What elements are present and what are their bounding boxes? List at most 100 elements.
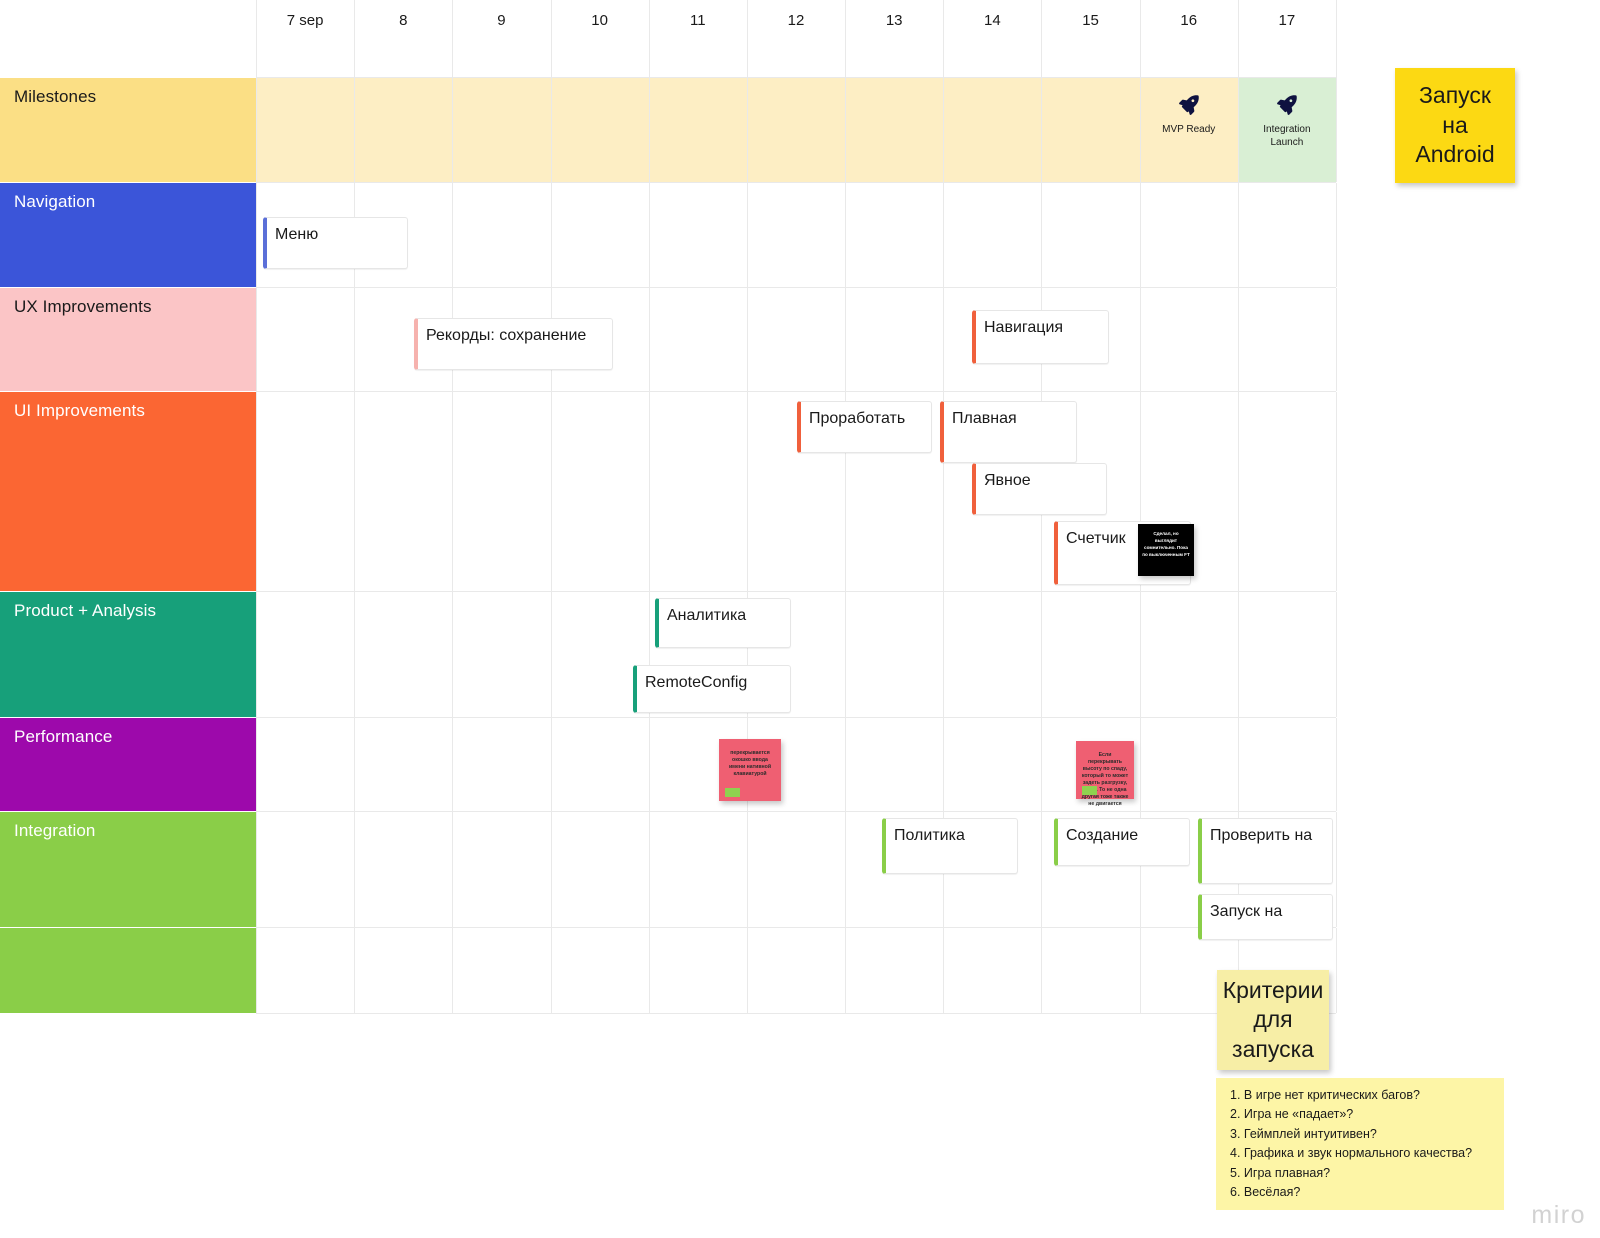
task-card-zapusk-na[interactable]: Запуск на <box>1198 894 1333 940</box>
swimlane-label-ux-improvements[interactable]: UX Improvements <box>0 288 256 391</box>
task-card-menu[interactable]: Меню <box>263 217 408 269</box>
grid-column-line <box>354 928 356 1013</box>
grid-column-line <box>1139 592 1141 717</box>
grid-column-line <box>550 78 552 182</box>
task-card-plavnaya[interactable]: Плавная <box>940 401 1077 463</box>
milestone-cell[interactable]: MVP Ready <box>1139 78 1238 182</box>
milestone-cell[interactable] <box>1041 78 1140 182</box>
grid-column-line <box>1041 928 1043 1013</box>
task-card-label: Плавная <box>952 410 1017 427</box>
grid-column-line <box>648 78 650 182</box>
milestone-cell[interactable] <box>452 78 551 182</box>
swimlane-label-empty[interactable] <box>0 928 256 1013</box>
task-card-label: Рекорды: сохранение <box>426 327 587 344</box>
grid-column-line <box>256 0 257 78</box>
grid-column-line <box>746 928 748 1013</box>
grid-column-line <box>845 718 847 811</box>
date-header-cell: 11 <box>690 12 706 29</box>
grid-column-line <box>256 288 257 391</box>
swimlane-label-product-analysis[interactable]: Product + Analysis <box>0 592 256 717</box>
swimlane-label-navigation[interactable]: Navigation <box>0 183 256 287</box>
swimlane-label-integration[interactable]: Integration <box>0 812 256 927</box>
swimlane-row: UX Improvements <box>0 288 1337 392</box>
task-card-prorabotat[interactable]: Проработать <box>797 401 932 453</box>
swimlane-track <box>256 183 1337 287</box>
sticky-note-counter-comment[interactable]: Сделал, но выглядит сомнительно. Пока по… <box>1138 524 1194 576</box>
task-card-yavnoe[interactable]: Явное <box>972 463 1107 515</box>
grid-column-line <box>1336 592 1337 717</box>
milestone-cell[interactable] <box>550 78 649 182</box>
date-header-cell: 10 <box>591 12 608 29</box>
grid-column-line <box>845 928 847 1013</box>
milestone-marker[interactable]: MVP Ready <box>1140 92 1238 137</box>
grid-column-line <box>452 812 454 927</box>
grid-column-line <box>943 0 945 78</box>
miro-board: 7 sep 8 9 10 11 12 13 14 15 16 17 Milestones MVP Re… <box>0 0 1600 1238</box>
milestone-cell[interactable] <box>354 78 453 182</box>
milestone-cell[interactable] <box>746 78 846 182</box>
milestone-cell[interactable] <box>648 78 747 182</box>
swimlane-row: Navigation <box>0 183 1337 288</box>
grid-column-line <box>452 0 454 78</box>
sticky-note-tag <box>1082 786 1097 795</box>
grid-column-line <box>648 928 650 1013</box>
grid-column-line <box>256 78 257 182</box>
grid-column-line <box>648 392 650 591</box>
swimlane-label-ui-improvements[interactable]: UI Improvements <box>0 392 256 591</box>
grid-column-line <box>845 288 847 391</box>
task-card-remoteconfig[interactable]: RemoteConfig <box>633 665 791 713</box>
sticky-note-text: Критерии для запуска <box>1222 976 1324 1062</box>
grid-column-line <box>452 78 454 182</box>
swimlane-label-milestones[interactable]: Milestones <box>0 78 256 182</box>
milestone-cell[interactable] <box>943 78 1042 182</box>
milestone-marker[interactable]: Integration Launch <box>1238 92 1336 149</box>
grid-column-line <box>943 718 945 811</box>
milestone-cell[interactable] <box>845 78 944 182</box>
task-card-navigation[interactable]: Навигация <box>972 310 1109 364</box>
sticky-note-speed-note[interactable]: Если перекрывать высоту по спаду, которы… <box>1076 741 1134 807</box>
date-header-cell: 12 <box>787 12 805 29</box>
rocket-icon <box>1276 95 1297 115</box>
grid-column-line <box>1336 78 1337 182</box>
sticky-note-criteria-title[interactable]: Критерии для запуска <box>1217 970 1329 1070</box>
task-card-politika[interactable]: Политика <box>882 818 1018 874</box>
grid-column-line <box>354 718 356 811</box>
grid-column-line <box>1139 0 1141 78</box>
grid-column-line <box>1237 0 1239 78</box>
grid-column-line <box>452 592 454 717</box>
criteria-item: 6. Весёлая? <box>1230 1184 1301 1199</box>
grid-column-line <box>1237 288 1239 391</box>
task-card-records[interactable]: Рекорды: сохранение <box>414 318 613 370</box>
task-card-proverit[interactable]: Проверить на <box>1198 818 1333 884</box>
task-card-sozdanie[interactable]: Создание <box>1054 818 1190 866</box>
grid-column-line <box>1336 183 1337 287</box>
grid-column-line <box>648 288 650 391</box>
date-header-cell: 7 sep <box>286 12 324 29</box>
criteria-item: 3. Геймплей интуитивен? <box>1230 1126 1377 1141</box>
task-card-label: Аналитика <box>667 607 747 624</box>
milestone-cell[interactable] <box>256 78 355 182</box>
grid-column-line <box>1139 288 1141 391</box>
grid-column-line <box>1041 592 1043 717</box>
grid-column-line <box>1336 288 1337 391</box>
grid-column-line <box>354 78 356 182</box>
milestone-cell[interactable]: Integration Launch <box>1237 78 1336 182</box>
swimlane-label-performance[interactable]: Performance <box>0 718 256 811</box>
task-card-label: Явное <box>984 472 1031 489</box>
grid-column-line <box>943 592 945 717</box>
grid-column-line <box>648 812 650 927</box>
criteria-item: 2. Игра не «падает»? <box>1230 1107 1354 1122</box>
grid-column-line <box>943 78 945 182</box>
grid-column-line <box>452 392 454 591</box>
sticky-note-android-launch[interactable]: Запуск на Android <box>1395 68 1515 183</box>
grid-column-line <box>1237 592 1239 717</box>
grid-column-line <box>1139 718 1141 811</box>
task-card-analitika[interactable]: Аналитика <box>655 598 791 648</box>
grid-column-line <box>648 0 650 78</box>
task-card-label: Счетчик <box>1066 530 1126 547</box>
grid-column-line <box>256 392 257 591</box>
grid-column-line <box>354 0 356 78</box>
grid-column-line <box>1336 392 1337 591</box>
grid-column-line <box>452 928 454 1013</box>
sticky-note-keyboard-overlap[interactable]: перекрывается окошко ввода имени нативно… <box>719 739 781 801</box>
